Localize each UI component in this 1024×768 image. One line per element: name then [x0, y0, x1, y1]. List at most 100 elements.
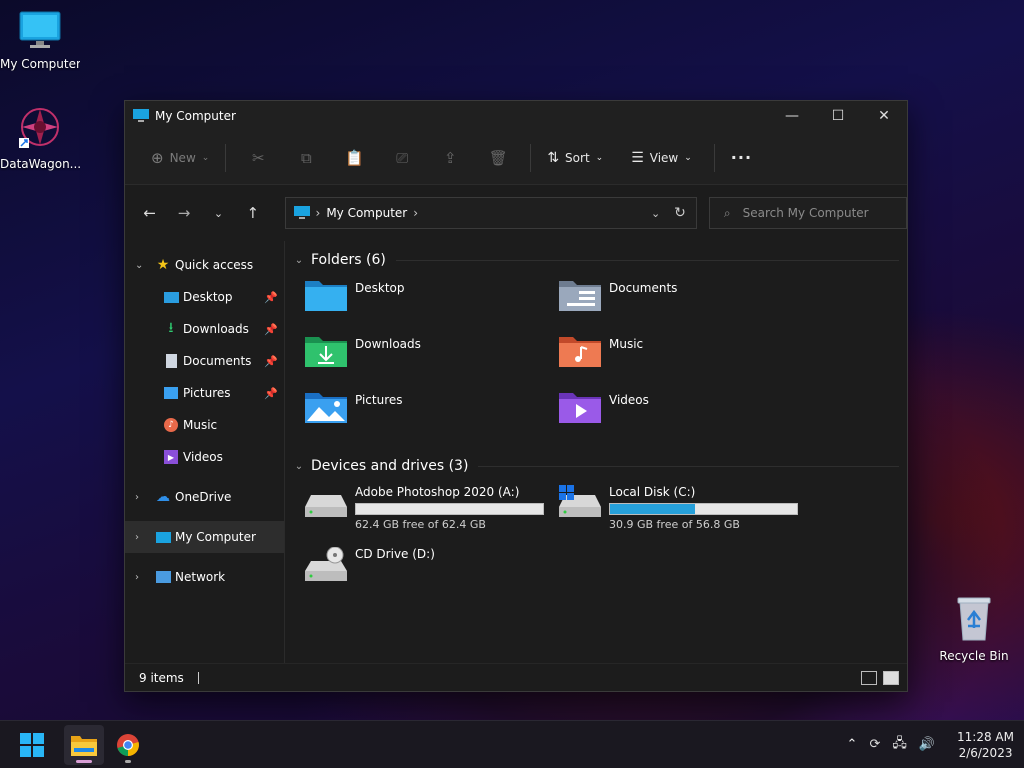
chevron-right-icon[interactable]: ›	[135, 492, 139, 503]
drives-section-header[interactable]: ⌄ Devices and drives (3)	[291, 453, 899, 479]
sidebar-item-network[interactable]: › Network	[125, 561, 284, 593]
sidebar-item-documents[interactable]: Documents 📌	[125, 345, 284, 377]
see-more-button[interactable]: ···	[723, 142, 760, 174]
chevron-down-icon: ⌄	[684, 152, 692, 163]
search-box[interactable]: ⌕ Search My Computer	[708, 197, 908, 229]
desktop-icon-my-computer[interactable]: My Computer	[0, 10, 80, 71]
add-circle-icon: ⊕	[151, 148, 164, 167]
windows-logo-icon	[20, 732, 44, 757]
folders-grid: Desktop Documents Downloads Music Pictur…	[291, 273, 899, 441]
close-button[interactable]: ✕	[861, 101, 907, 131]
copy-icon[interactable]: ⧉	[291, 143, 321, 173]
cut-icon[interactable]: ✂	[243, 143, 273, 173]
taskbar-file-explorer[interactable]	[64, 724, 104, 765]
forward-button[interactable]: →	[169, 198, 198, 228]
drive-free-space: 62.4 GB free of 62.4 GB	[355, 518, 486, 531]
pin-icon[interactable]: 📌	[264, 355, 278, 368]
sidebar-item-label: Music	[183, 418, 218, 432]
back-button[interactable]: ←	[135, 198, 164, 228]
new-button[interactable]: ⊕ New ⌄	[143, 142, 217, 174]
rename-icon[interactable]: ⎚	[387, 143, 417, 173]
folder-videos[interactable]: Videos	[545, 385, 799, 441]
sidebar-item-quick-access[interactable]: ⌄ ★ Quick access	[125, 249, 284, 281]
up-button[interactable]: ↑	[238, 198, 267, 228]
sidebar-item-music[interactable]: ♪ Music	[125, 409, 284, 441]
desktop-icon-label: Recycle Bin	[939, 649, 1009, 663]
drive-c[interactable]: Local Disk (C:) 30.9 GB free of 56.8 GB	[545, 479, 799, 541]
breadcrumb-chevron-icon[interactable]: ›	[413, 206, 418, 220]
paste-icon[interactable]: 📋	[339, 143, 369, 173]
breadcrumb-my-computer[interactable]: My Computer	[326, 206, 407, 220]
sidebar-item-pictures[interactable]: Pictures 📌	[125, 377, 284, 409]
pin-icon[interactable]: 📌	[264, 323, 278, 336]
chevron-down-icon[interactable]: ⌄	[291, 255, 307, 266]
sidebar-item-desktop[interactable]: Desktop 📌	[125, 281, 284, 313]
desktop-icon-label: DataWagon...	[0, 157, 80, 171]
desktop-icon-recycle-bin[interactable]: Recycle Bin	[934, 596, 1014, 663]
content-pane: ⌄ Folders (6) Desktop Documents Download…	[285, 241, 907, 663]
chrome-icon	[117, 733, 139, 756]
refresh-icon[interactable]: ↻	[674, 205, 686, 221]
sidebar-item-onedrive[interactable]: › ☁ OneDrive	[125, 481, 284, 513]
windows-drive-icon	[559, 485, 601, 517]
taskbar: ⌃ ⟳ 🖧 🔊 11:28 AM 2/6/2023	[0, 720, 1024, 768]
sort-button[interactable]: ⇅ Sort ⌄	[539, 142, 611, 174]
folder-pictures[interactable]: Pictures	[291, 385, 545, 441]
breadcrumb-chevron-icon[interactable]: ›	[316, 206, 321, 220]
sort-icon: ⇅	[547, 149, 560, 166]
window-title: My Computer	[155, 109, 236, 123]
section-divider	[478, 465, 899, 467]
sidebar-item-downloads[interactable]: ⭳ Downloads 📌	[125, 313, 284, 345]
folder-music[interactable]: Music	[545, 329, 799, 385]
title-bar[interactable]: My Computer — ☐ ✕	[125, 101, 907, 131]
details-view-icon[interactable]	[861, 670, 877, 685]
clock[interactable]: 11:28 AM 2/6/2023	[957, 729, 1014, 761]
network-icon[interactable]: 🖧	[892, 734, 907, 756]
delete-icon[interactable]: 🗑	[483, 143, 513, 173]
chevron-right-icon[interactable]: ›	[135, 532, 139, 543]
folder-label: Downloads	[355, 337, 421, 351]
folder-downloads[interactable]: Downloads	[291, 329, 545, 385]
start-button[interactable]	[12, 725, 52, 765]
drive-a[interactable]: Adobe Photoshop 2020 (A:) 62.4 GB free o…	[291, 479, 545, 541]
minimize-button[interactable]: —	[769, 101, 815, 131]
more-icon: ···	[730, 148, 753, 167]
desktop-folder-icon	[305, 281, 347, 311]
view-button[interactable]: ☰ View ⌄	[623, 142, 700, 174]
drives-grid: Adobe Photoshop 2020 (A:) 62.4 GB free o…	[291, 479, 899, 603]
sidebar-item-label: Network	[175, 570, 226, 584]
volume-icon[interactable]: 🔊	[919, 737, 935, 752]
sync-icon[interactable]: ⟳	[869, 737, 880, 752]
maximize-button[interactable]: ☐	[815, 101, 861, 131]
computer-icon	[133, 109, 149, 122]
toolbar-divider	[530, 143, 532, 172]
cd-drive-icon	[305, 547, 347, 581]
document-icon	[163, 353, 179, 369]
sidebar-item-videos[interactable]: ▶ Videos	[125, 441, 284, 473]
sidebar-item-my-computer[interactable]: › My Computer	[125, 521, 284, 553]
chevron-down-icon[interactable]: ⌄	[291, 461, 307, 472]
drive-d[interactable]: CD Drive (D:)	[291, 541, 545, 603]
sort-label: Sort	[565, 150, 590, 165]
pin-icon[interactable]: 📌	[264, 387, 278, 400]
folders-section-header[interactable]: ⌄ Folders (6)	[291, 247, 899, 273]
pin-icon[interactable]: 📌	[264, 291, 278, 304]
address-bar[interactable]: › My Computer › ⌄ ↻	[284, 197, 697, 229]
chevron-right-icon[interactable]: ›	[135, 572, 139, 583]
address-dropdown-icon[interactable]: ⌄	[651, 207, 660, 220]
chevron-down-icon[interactable]: ⌄	[135, 260, 143, 271]
drive-usage-bar	[355, 503, 544, 515]
pictures-icon	[163, 385, 179, 401]
folder-desktop[interactable]: Desktop	[291, 273, 545, 329]
recent-locations-button[interactable]: ⌄	[204, 198, 233, 228]
desktop-icon-datawagon[interactable]: DataWagon...	[0, 104, 80, 171]
share-icon[interactable]: ⇪	[435, 143, 465, 173]
sidebar-item-label: My Computer	[175, 530, 256, 544]
folder-label: Videos	[609, 393, 649, 407]
running-indicator	[125, 759, 131, 763]
taskbar-chrome[interactable]	[108, 725, 148, 765]
desktop-folder-icon	[163, 289, 179, 305]
folder-documents[interactable]: Documents	[545, 273, 799, 329]
show-hidden-icons-icon[interactable]: ⌃	[847, 737, 858, 752]
tiles-view-icon[interactable]	[883, 670, 899, 685]
